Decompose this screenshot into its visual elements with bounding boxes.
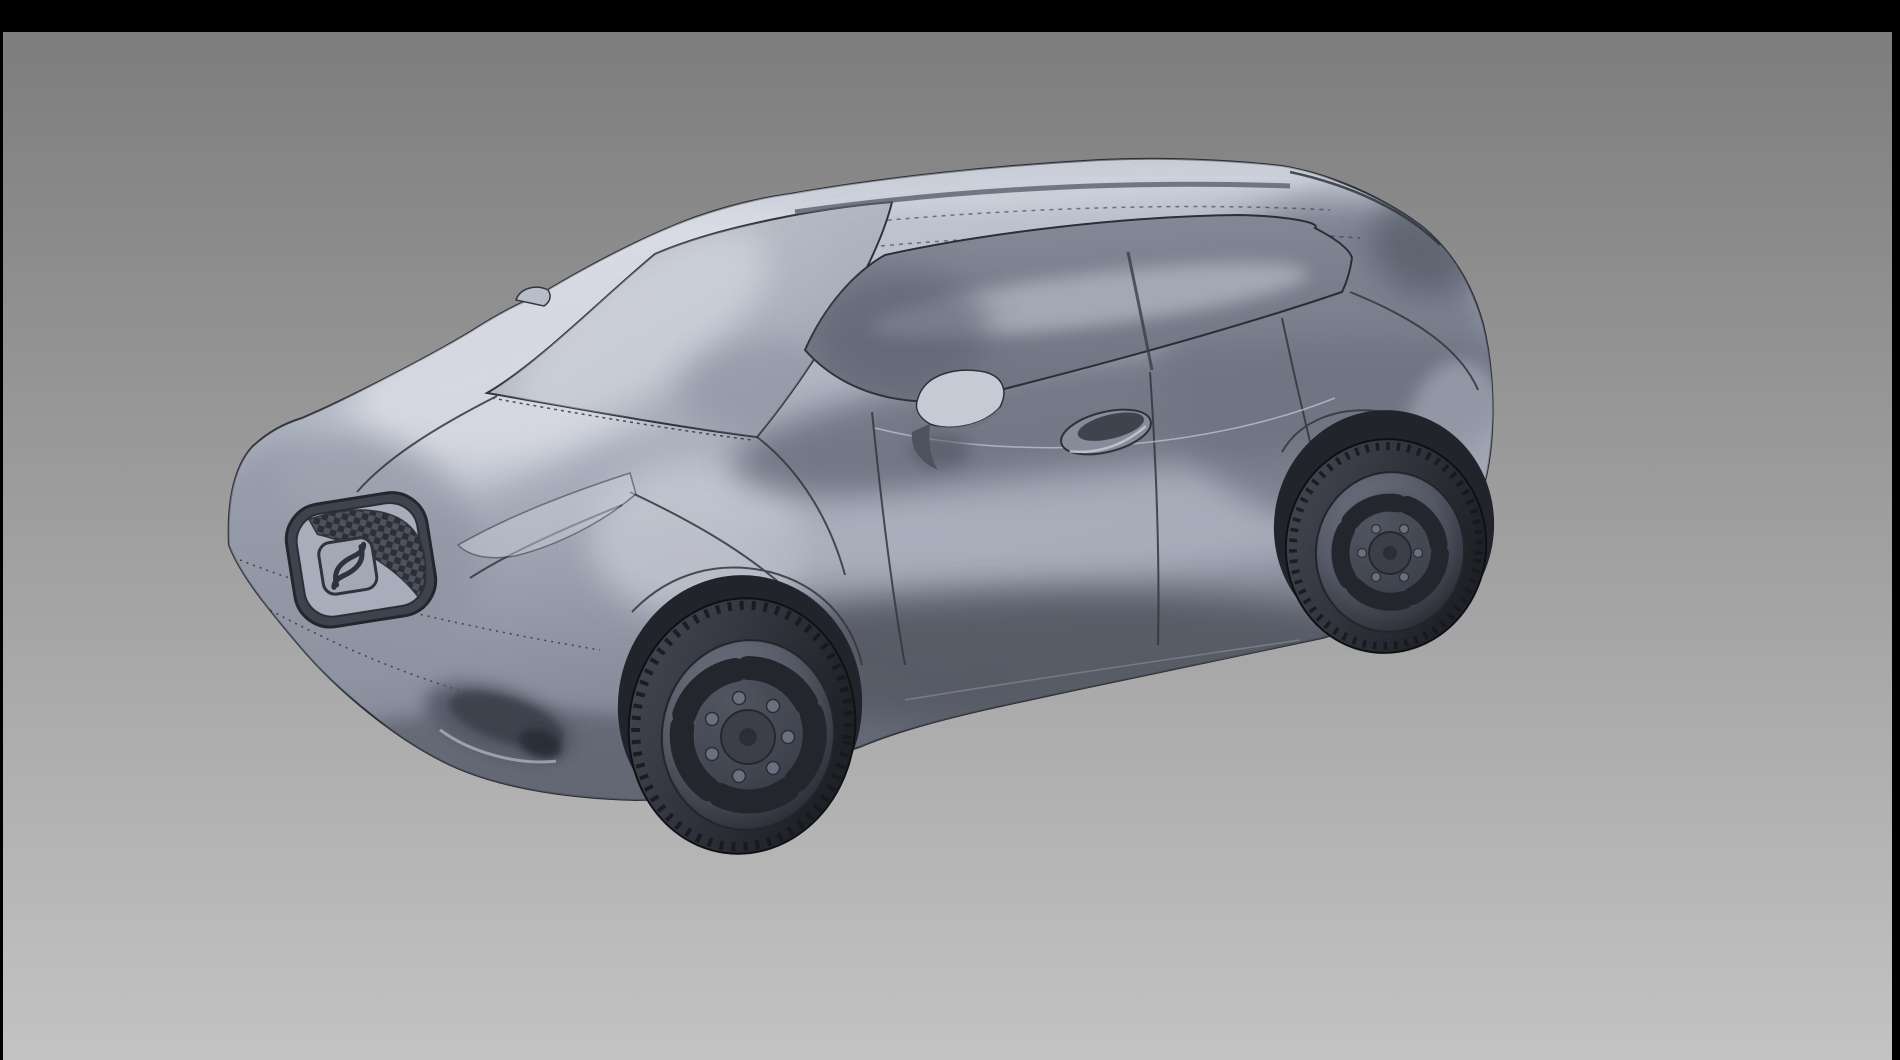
render-canvas xyxy=(0,0,1900,1060)
left-letterbox-bar xyxy=(0,0,3,1060)
seat-logo-badge xyxy=(317,536,378,596)
rear-hub-center xyxy=(1383,546,1397,560)
viewport-3d[interactable] xyxy=(0,0,1900,1060)
right-letterbox-bar xyxy=(1892,0,1900,1060)
top-letterbox-bar xyxy=(0,0,1900,32)
application-window xyxy=(0,0,1900,1060)
front-hub-center xyxy=(739,728,757,746)
front-grille[interactable] xyxy=(281,488,441,633)
